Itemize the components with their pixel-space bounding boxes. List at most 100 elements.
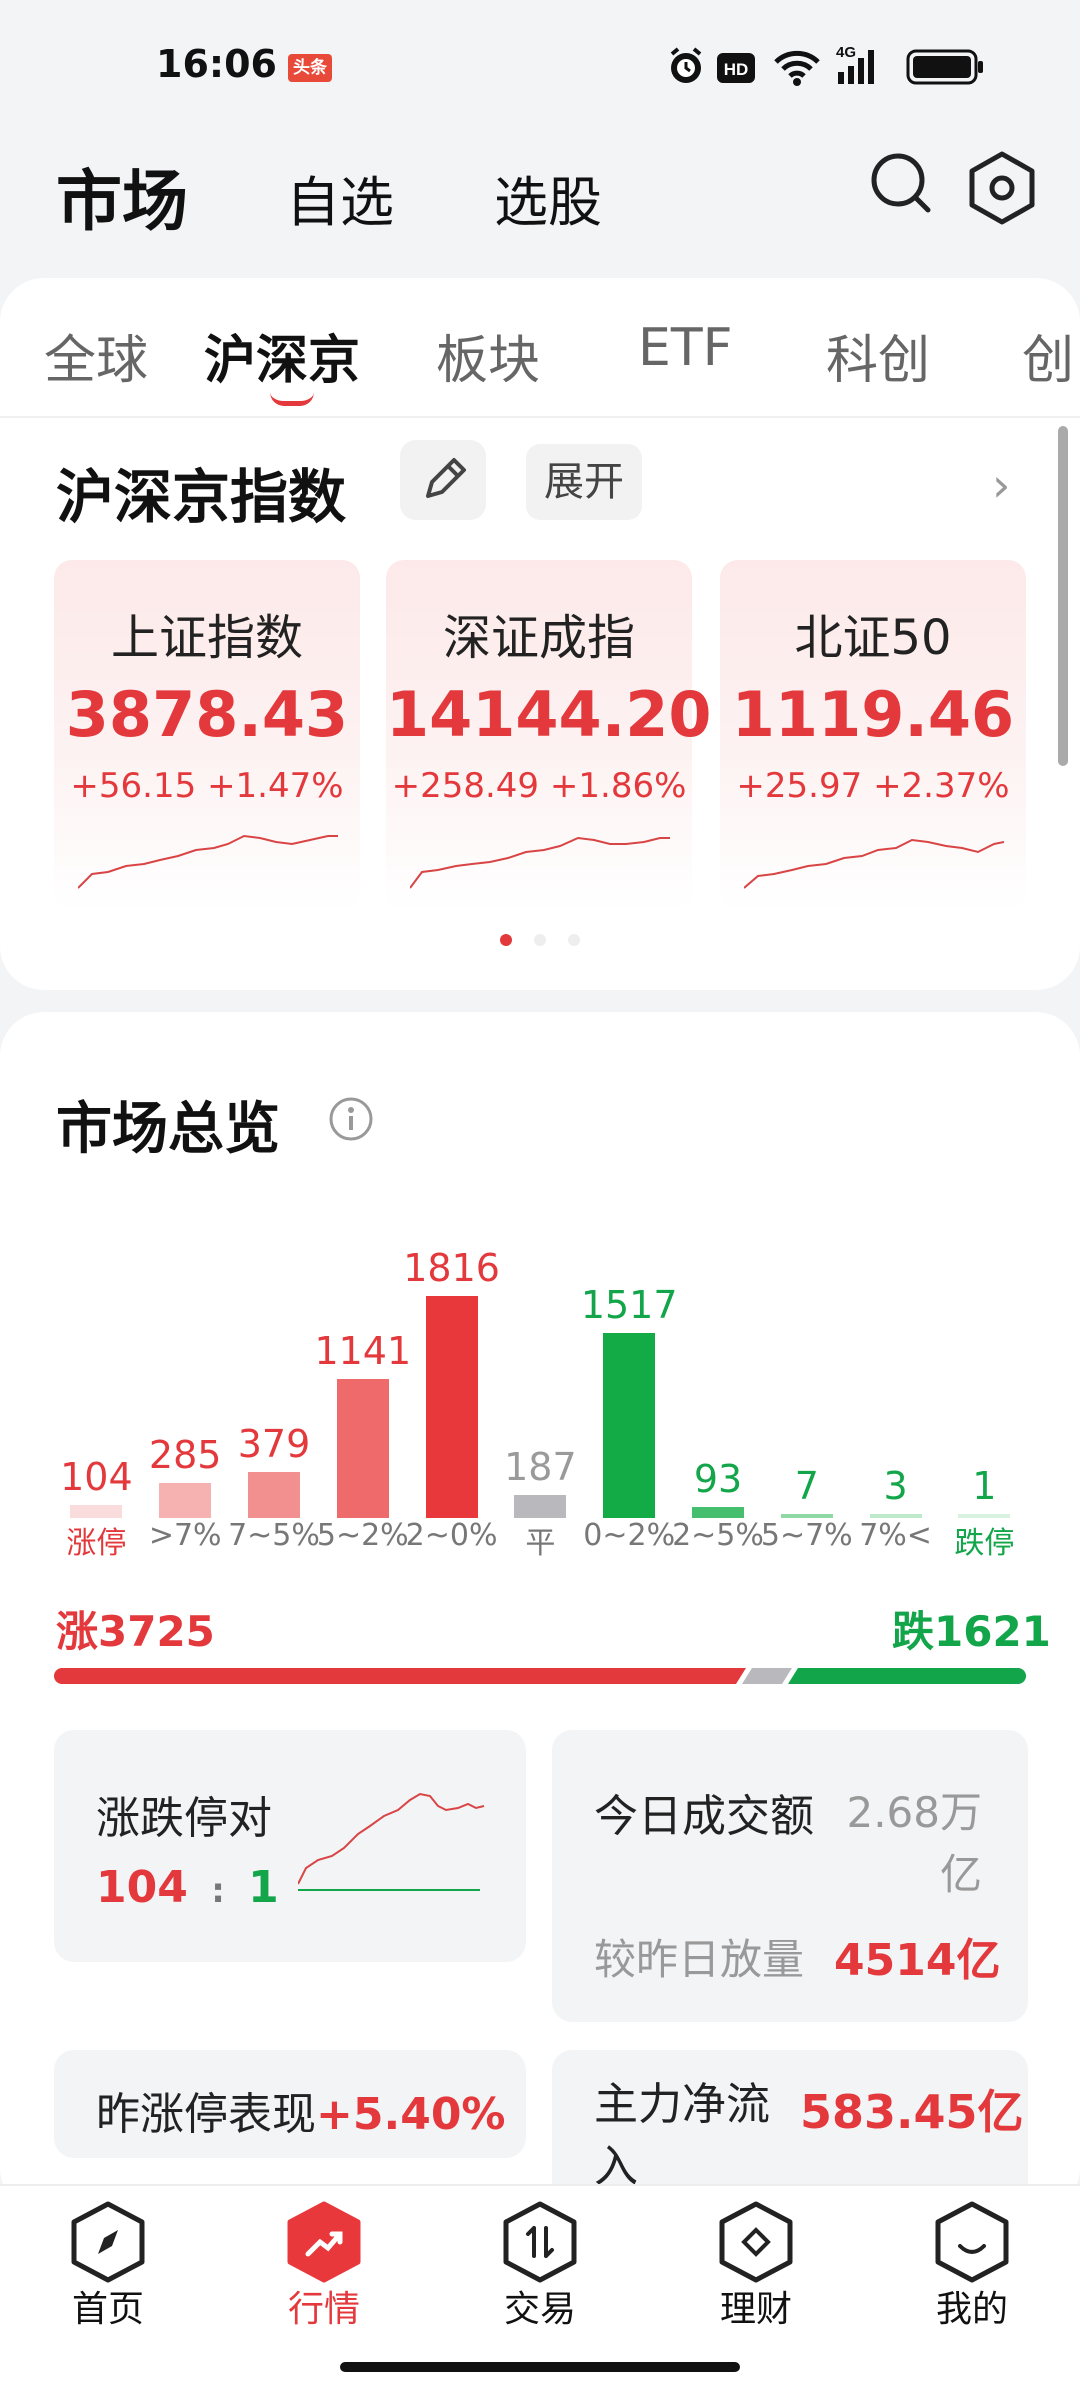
compass-icon (71, 2201, 145, 2283)
smile-icon (935, 2201, 1009, 2283)
bar-4 (425, 1296, 478, 1518)
hd-icon: HD (717, 53, 755, 83)
nav-label-home[interactable]: 首页 (38, 2280, 178, 2332)
subtab-chinext[interactable]: 创 (1022, 318, 1074, 393)
main-flow-title: 主力净流入 (594, 2079, 770, 2192)
turnover-title: 今日成交额 (594, 1791, 814, 1842)
status-bar: 16:06 头条 HD 4G (0, 0, 1080, 130)
nav-label-market[interactable]: 行情 (254, 2280, 394, 2332)
index-change-points: +56.15 (70, 766, 197, 806)
yesterday-limit-title: 昨涨停表现 (96, 2089, 316, 2140)
index-change-points: +258.49 (391, 766, 540, 806)
index-sparkline (78, 834, 338, 889)
bar-value: 1 (972, 1464, 997, 1508)
turnover-value: 2.68万亿 (846, 1788, 982, 1899)
overview-title: 市场总览 (56, 1097, 280, 1162)
info-icon[interactable] (328, 1096, 374, 1142)
index-change: +25.97 +2.37% (720, 766, 1026, 806)
turnover-compare-value: 4514亿 (834, 1935, 1001, 1986)
edit-button[interactable] (400, 440, 486, 520)
pencil-icon (426, 458, 466, 498)
alarm-icon (670, 47, 702, 83)
bar-value: 187 (504, 1445, 577, 1490)
index-change-pct: +1.86% (549, 766, 687, 806)
cellular-signal-icon: 4G (836, 44, 874, 84)
limit-pair-sep: : (211, 1871, 225, 1911)
nav-label-wealth[interactable]: 理财 (686, 2280, 826, 2332)
chevron-right-icon[interactable]: › (992, 458, 1010, 512)
nav-label-profile[interactable]: 我的 (902, 2280, 1042, 2332)
page-dot (534, 934, 546, 946)
index-value: 3878.43 (65, 678, 349, 751)
index-value: 14144.20 (386, 678, 712, 751)
indices-section-title: 沪深京指数 (56, 463, 347, 531)
bar-5 (514, 1495, 567, 1518)
fall-count: 跌1621 (892, 1607, 1051, 1656)
main-flow-value: 583.45亿 (800, 2085, 1024, 2139)
limit-pair-sparkline (298, 1792, 485, 1891)
tab-stock-picker[interactable]: 选股 (494, 158, 602, 237)
scrollbar[interactable] (1058, 426, 1068, 766)
tab-watchlist[interactable]: 自选 (286, 158, 394, 237)
wifi-icon (774, 50, 820, 86)
yesterday-limit-value: +5.40% (316, 2089, 506, 2140)
page-dot (568, 934, 580, 946)
bar-value: 379 (237, 1421, 311, 1466)
diamond-icon (719, 2201, 793, 2283)
index-value: 1119.46 (731, 678, 1015, 751)
trend-icon (287, 2201, 361, 2283)
index-name: 北证50 (794, 610, 952, 666)
exchange-icon (503, 2201, 577, 2283)
index-card-shanghai[interactable]: 上证指数 3878.43 +56.15 +1.47% (54, 560, 360, 910)
turnover-compare-label: 较昨日放量 (594, 1935, 805, 1984)
bar-2 (248, 1471, 300, 1518)
yesterday-limit-row: 昨涨停表现+5.40% (96, 2078, 506, 2142)
index-change-points: +25.97 (736, 766, 863, 806)
bar-value: 1816 (403, 1246, 500, 1290)
bar-value: 1517 (580, 1282, 678, 1327)
rise-count: 涨3725 (56, 1607, 215, 1656)
bar-0 (70, 1505, 123, 1518)
nav-label-trade[interactable]: 交易 (470, 2280, 610, 2332)
yesterday-limit-up-tile[interactable]: 昨涨停表现+5.40% (54, 2050, 526, 2158)
limit-pair-title: 涨跌停对 (96, 1793, 272, 1844)
index-sparkline (410, 836, 670, 889)
bar-1 (159, 1483, 212, 1518)
toutiao-badge: 头条 (288, 54, 332, 82)
turnover-tile[interactable]: 今日成交额 2.68万亿 较昨日放量 4514亿 (552, 1730, 1028, 2022)
index-card-shenzhen[interactable]: 深证成指 14144.20 +258.49 +1.86% (386, 560, 712, 910)
page-dot-active (500, 934, 512, 946)
limit-pair-tile[interactable]: 涨跌停对 104 : 1 (54, 1730, 526, 1962)
divider (0, 416, 1080, 418)
subtab-hushenjing[interactable]: 沪深京 (204, 318, 360, 393)
subtab-etf[interactable]: ETF (638, 318, 733, 378)
battery-icon (906, 49, 983, 85)
bar-6 (603, 1332, 656, 1518)
index-change: +258.49 +1.86% (386, 766, 692, 806)
index-change: +56.15 +1.47% (54, 766, 360, 806)
network-type: 4G (836, 44, 856, 61)
subtab-sectors[interactable]: 板块 (436, 318, 540, 393)
svg-text:HD: HD (724, 60, 749, 79)
bar-category-label: 跌停 (954, 1526, 1015, 1561)
home-indicator[interactable] (340, 2362, 740, 2372)
index-change-pct: +2.37% (873, 766, 1010, 806)
status-time: 16:06 (156, 42, 277, 86)
settings-icon[interactable] (966, 150, 1038, 226)
subtab-star-market[interactable]: 科创 (826, 318, 930, 393)
bar-7 (692, 1506, 744, 1518)
page-title[interactable]: 市场 (56, 148, 188, 244)
limit-down-count: 1 (248, 1862, 279, 1913)
subtab-global[interactable]: 全球 (44, 318, 148, 393)
index-name: 上证指数 (110, 610, 303, 666)
search-icon[interactable] (868, 150, 936, 218)
rise-fall-ratio-bar (54, 1668, 1026, 1684)
index-name: 深证成指 (442, 610, 635, 666)
bar-3 (336, 1378, 389, 1518)
index-change-pct: +1.47% (207, 766, 344, 806)
limit-pair-values: 104 : 1 (96, 1862, 279, 1913)
bar-value: 1141 (314, 1328, 412, 1373)
expand-button[interactable]: 展开 (526, 444, 642, 520)
index-card-bse50[interactable]: 北证50 1119.46 +25.97 +2.37% (720, 560, 1026, 910)
limit-up-count: 104 (96, 1862, 188, 1913)
